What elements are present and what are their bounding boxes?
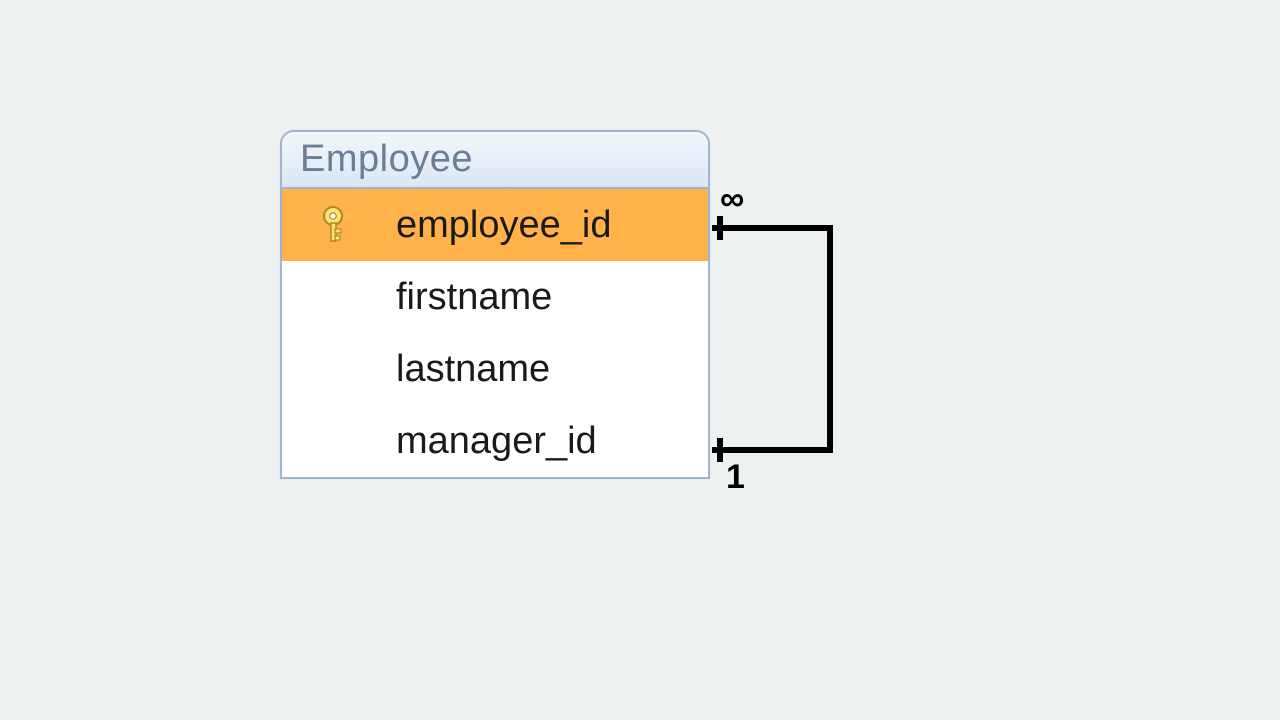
field-row: firstname bbox=[282, 261, 708, 333]
cardinality-one-label: 1 bbox=[726, 458, 745, 497]
field-name: manager_id bbox=[392, 420, 708, 463]
entity-table-employee: Employee employee_id firstname bbox=[280, 130, 710, 479]
field-row-pk: employee_id bbox=[282, 189, 708, 261]
field-row: lastname bbox=[282, 333, 708, 405]
entity-field-list: employee_id firstname lastname manager_i… bbox=[282, 189, 708, 477]
primary-key-icon bbox=[282, 205, 392, 245]
entity-title: Employee bbox=[282, 132, 708, 189]
field-row: manager_id bbox=[282, 405, 708, 477]
field-name: employee_id bbox=[392, 204, 708, 247]
cardinality-many-label: ∞ bbox=[720, 180, 744, 219]
field-name: lastname bbox=[392, 348, 708, 391]
field-name: firstname bbox=[392, 276, 708, 319]
